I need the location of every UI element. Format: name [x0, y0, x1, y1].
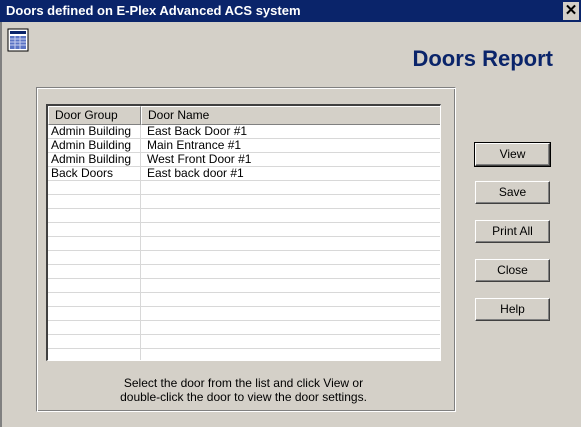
door-name-cell: East Back Door #1: [147, 125, 248, 138]
table-row: [48, 237, 440, 251]
table-row: [48, 321, 440, 335]
instructions-text: Select the door from the list and click …: [46, 376, 441, 404]
close-icon[interactable]: ✕: [563, 2, 579, 20]
door-name-cell: West Front Door #1: [147, 153, 252, 166]
table-row: [48, 265, 440, 279]
table-row: [48, 335, 440, 349]
list-header: Door Group Door Name: [48, 106, 440, 125]
table-row: [48, 209, 440, 223]
column-header-door-name[interactable]: Door Name: [141, 106, 440, 125]
table-row[interactable]: Admin Building West Front Door #1: [48, 153, 440, 167]
page-title: Doors Report: [412, 46, 553, 71]
door-name-cell: Main Entrance #1: [147, 139, 242, 152]
table-row: [48, 349, 440, 360]
close-button[interactable]: Close: [475, 259, 550, 282]
save-button[interactable]: Save: [475, 181, 550, 204]
table-row: [48, 195, 440, 209]
table-row[interactable]: Back Doors East back door #1: [48, 167, 440, 181]
print-all-button[interactable]: Print All: [475, 220, 550, 243]
doors-report-window: Doors defined on E-Plex Advanced ACS sys…: [0, 0, 581, 427]
table-row: [48, 307, 440, 321]
table-row[interactable]: Admin Building East Back Door #1: [48, 125, 440, 139]
title-bar[interactable]: Doors defined on E-Plex Advanced ACS sys…: [0, 0, 581, 22]
door-group-cell: Admin Building: [51, 139, 132, 152]
help-button[interactable]: Help: [475, 298, 550, 321]
table-row[interactable]: Admin Building Main Entrance #1: [48, 139, 440, 153]
instructions-line-2: double-click the door to view the door s…: [120, 390, 367, 404]
door-group-cell: Admin Building: [51, 153, 132, 166]
door-name-cell: East back door #1: [147, 167, 244, 180]
table-row: [48, 181, 440, 195]
table-row: [48, 279, 440, 293]
window-border: [0, 22, 2, 427]
instructions-line-1: Select the door from the list and click …: [123, 376, 364, 390]
report-document-icon: [7, 28, 29, 52]
table-row: [48, 251, 440, 265]
door-group-cell: Back Doors: [51, 167, 114, 180]
table-row: [48, 293, 440, 307]
table-row: [48, 223, 440, 237]
window-title: Doors defined on E-Plex Advanced ACS sys…: [6, 3, 301, 18]
doors-list[interactable]: Door Group Door Name Admin Building East …: [46, 104, 441, 361]
column-header-door-group[interactable]: Door Group: [48, 106, 141, 125]
view-button[interactable]: View: [474, 142, 551, 167]
door-group-cell: Admin Building: [51, 125, 132, 138]
